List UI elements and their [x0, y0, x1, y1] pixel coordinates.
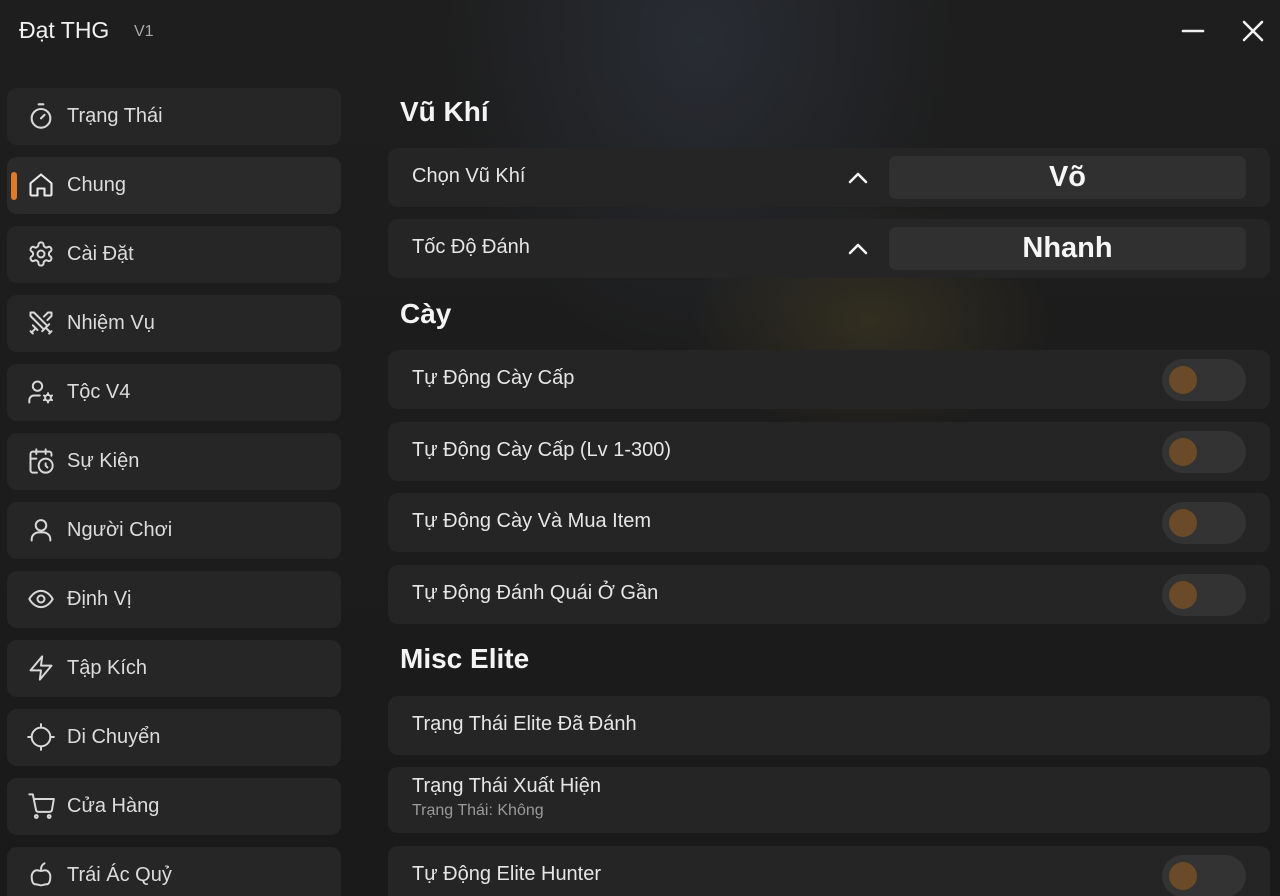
sidebar-item-toc-v4[interactable]: Tộc V4	[7, 364, 341, 421]
sidebar-item-nguoi-choi[interactable]: Người Chơi	[7, 502, 341, 559]
sidebar-item-label: Người Chơi	[67, 519, 173, 541]
crosshair-icon	[27, 723, 55, 751]
sidebar-item-label: Trái Ác Quỷ	[67, 864, 172, 886]
sidebar-item-trang-thai[interactable]: Trạng Thái	[7, 88, 341, 145]
sidebar-item-label: Tộc V4	[67, 381, 131, 403]
app-window: Đạt THG V1 Trạng Thái Chung Cài Đặt Nhiệ…	[0, 0, 1280, 896]
gear-icon	[27, 240, 55, 268]
sidebar-item-nhiem-vu[interactable]: Nhiệm Vụ	[7, 295, 341, 352]
close-icon	[1242, 20, 1264, 42]
toggle-row[interactable]: Tự Động Cày Và Mua Item	[388, 493, 1270, 552]
toggle-label: Tự Động Elite Hunter	[412, 863, 602, 885]
auto-elite-hunter-toggle[interactable]	[1162, 855, 1246, 896]
elite-spawn-status-label: Trạng Thái Xuất Hiện	[412, 775, 601, 797]
sidebar-item-trai-ac-quy[interactable]: Trái Ác Quỷ	[7, 847, 341, 896]
sidebar-item-label: Trạng Thái	[67, 105, 163, 127]
sidebar-item-label: Chung	[67, 174, 126, 196]
sidebar-item-label: Cửa Hàng	[67, 795, 160, 817]
sidebar-item-su-kien[interactable]: Sự Kiện	[7, 433, 341, 490]
toggle-label: Tự Động Cày Cấp (Lv 1-300)	[412, 439, 672, 461]
main-content: Vũ Khí Chọn Vũ Khí Võ Tốc Độ Đánh Nhanh …	[388, 88, 1270, 896]
section-title-farm: Cày	[400, 298, 452, 329]
weapon-select-row[interactable]: Chọn Vũ Khí Võ	[388, 148, 1270, 207]
swords-icon	[27, 309, 55, 337]
section-title-weapon: Vũ Khí	[400, 96, 489, 127]
minimize-button[interactable]	[1176, 14, 1210, 48]
attack-speed-value[interactable]: Nhanh	[889, 227, 1246, 270]
toggle-knob	[1169, 862, 1197, 890]
attack-speed-label: Tốc Độ Đánh	[412, 236, 530, 258]
active-indicator	[11, 172, 17, 200]
sidebar-item-cua-hang[interactable]: Cửa Hàng	[7, 778, 341, 835]
toggle-knob	[1169, 438, 1197, 466]
elite-killed-status-row: Trạng Thái Elite Đã Đánh	[388, 696, 1270, 755]
section-title-elite: Misc Elite	[400, 643, 530, 674]
sidebar-item-label: Di Chuyển	[67, 726, 161, 748]
toggle-knob	[1169, 509, 1197, 537]
minimize-icon	[1181, 29, 1205, 33]
toggle-label: Tự Động Cày Cấp	[412, 367, 575, 389]
elite-killed-status-label: Trạng Thái Elite Đã Đánh	[412, 713, 637, 735]
sidebar-item-label: Sự Kiện	[67, 450, 140, 472]
chevron-up-icon[interactable]	[844, 235, 872, 263]
apple-icon	[27, 861, 55, 889]
calendar-clock-icon	[27, 447, 55, 475]
toggle-label: Tự Động Đánh Quái Ở Gần	[412, 582, 659, 604]
toggle-row[interactable]: Tự Động Đánh Quái Ở Gần	[388, 565, 1270, 624]
user-cog-icon	[27, 378, 55, 406]
auto-farm-level-toggle[interactable]	[1162, 359, 1246, 401]
toggle-row[interactable]: Tự Động Elite Hunter	[388, 846, 1270, 896]
elite-spawn-status-sub: Trạng Thái: Không	[412, 802, 544, 819]
sidebar-item-label: Tập Kích	[67, 657, 148, 679]
app-version: V1	[134, 23, 154, 40]
sidebar-item-label: Cài Đặt	[67, 243, 134, 265]
toggle-row[interactable]: Tự Động Cày Cấp	[388, 350, 1270, 409]
toggle-label: Tự Động Cày Và Mua Item	[412, 510, 652, 532]
toggle-row[interactable]: Tự Động Cày Cấp (Lv 1-300)	[388, 422, 1270, 481]
elite-spawn-status-row: Trạng Thái Xuất Hiện Trạng Thái: Không	[388, 767, 1270, 833]
sidebar-item-dinh-vi[interactable]: Định Vị	[7, 571, 341, 628]
sidebar-item-di-chuyen[interactable]: Di Chuyển	[7, 709, 341, 766]
timer-icon	[27, 102, 55, 130]
sidebar-item-label: Định Vị	[67, 588, 132, 610]
weapon-select-value[interactable]: Võ	[889, 156, 1246, 199]
app-title: Đạt THG	[19, 17, 110, 43]
eye-icon	[27, 585, 55, 613]
auto-farm-level-1-300-toggle[interactable]	[1162, 431, 1246, 473]
cart-icon	[27, 792, 55, 820]
home-icon	[27, 171, 55, 199]
user-icon	[27, 516, 55, 544]
auto-attack-nearby-toggle[interactable]	[1162, 574, 1246, 616]
toggle-knob	[1169, 366, 1197, 394]
auto-farm-buy-item-toggle[interactable]	[1162, 502, 1246, 544]
close-button[interactable]	[1236, 14, 1270, 48]
sidebar-item-label: Nhiệm Vụ	[67, 312, 155, 334]
chevron-up-icon[interactable]	[844, 164, 872, 192]
sidebar-item-chung[interactable]: Chung	[7, 157, 341, 214]
attack-speed-row[interactable]: Tốc Độ Đánh Nhanh	[388, 219, 1270, 278]
weapon-select-label: Chọn Vũ Khí	[412, 165, 526, 187]
lightning-icon	[27, 654, 55, 682]
toggle-knob	[1169, 581, 1197, 609]
sidebar-item-cai-dat[interactable]: Cài Đặt	[7, 226, 341, 283]
sidebar-item-tap-kich[interactable]: Tập Kích	[7, 640, 341, 697]
title-bar: Đạt THG V1	[0, 0, 1280, 64]
